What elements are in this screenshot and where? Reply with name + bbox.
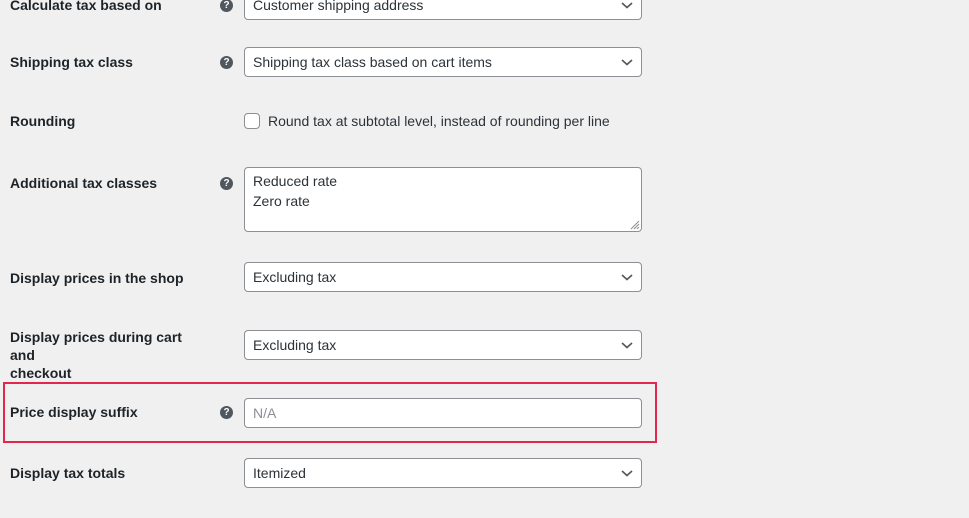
- resize-handle-icon[interactable]: [628, 218, 640, 230]
- rounding-checkbox[interactable]: [244, 113, 260, 129]
- price-display-suffix-label: Price display suffix: [10, 404, 138, 420]
- additional-tax-classes-label: Additional tax classes: [10, 175, 158, 191]
- display-prices-shop-label: Display prices in the shop: [10, 270, 184, 286]
- display-prices-shop-select[interactable]: Excluding tax: [244, 262, 642, 292]
- price-display-suffix-input[interactable]: N/A: [244, 398, 642, 428]
- calculate-tax-value: Customer shipping address: [253, 0, 424, 13]
- rounding-label: Rounding: [10, 113, 76, 129]
- display-prices-cart-select[interactable]: Excluding tax: [244, 330, 642, 360]
- chevron-down-icon: [621, 59, 633, 66]
- help-icon[interactable]: ?: [220, 56, 233, 69]
- display-prices-shop-value: Excluding tax: [253, 269, 337, 285]
- tax-class-line: Zero rate: [253, 193, 310, 209]
- tax-settings-page: Calculate tax based on ? Customer shippi…: [0, 0, 969, 518]
- shipping-tax-class-select[interactable]: Shipping tax class based on cart items: [244, 47, 642, 77]
- shipping-tax-class-label: Shipping tax class: [10, 54, 133, 70]
- help-icon[interactable]: ?: [220, 406, 233, 419]
- display-prices-cart-label-line2: checkout: [10, 365, 72, 381]
- rounding-checkbox-label[interactable]: Round tax at subtotal level, instead of …: [268, 112, 610, 130]
- display-prices-cart-value: Excluding tax: [253, 337, 337, 353]
- chevron-down-icon: [621, 342, 633, 349]
- display-tax-totals-value: Itemized: [253, 465, 306, 481]
- display-tax-totals-label: Display tax totals: [10, 465, 126, 481]
- chevron-down-icon: [621, 274, 633, 281]
- tax-class-line: Reduced rate: [253, 173, 338, 189]
- chevron-down-icon: [621, 2, 633, 9]
- price-display-suffix-placeholder: N/A: [253, 405, 277, 421]
- display-tax-totals-select[interactable]: Itemized: [244, 458, 642, 488]
- display-prices-cart-label-line1: Display prices during cart and: [10, 329, 182, 363]
- calculate-tax-label: Calculate tax based on: [10, 0, 162, 13]
- shipping-tax-class-value: Shipping tax class based on cart items: [253, 54, 492, 70]
- chevron-down-icon: [621, 470, 633, 477]
- help-icon[interactable]: ?: [220, 177, 233, 190]
- additional-tax-classes-textarea[interactable]: Reduced rate Zero rate: [244, 167, 642, 232]
- help-icon[interactable]: ?: [220, 0, 233, 12]
- calculate-tax-select[interactable]: Customer shipping address: [244, 0, 642, 20]
- display-prices-cart-label: Display prices during cart and checkout: [10, 328, 210, 382]
